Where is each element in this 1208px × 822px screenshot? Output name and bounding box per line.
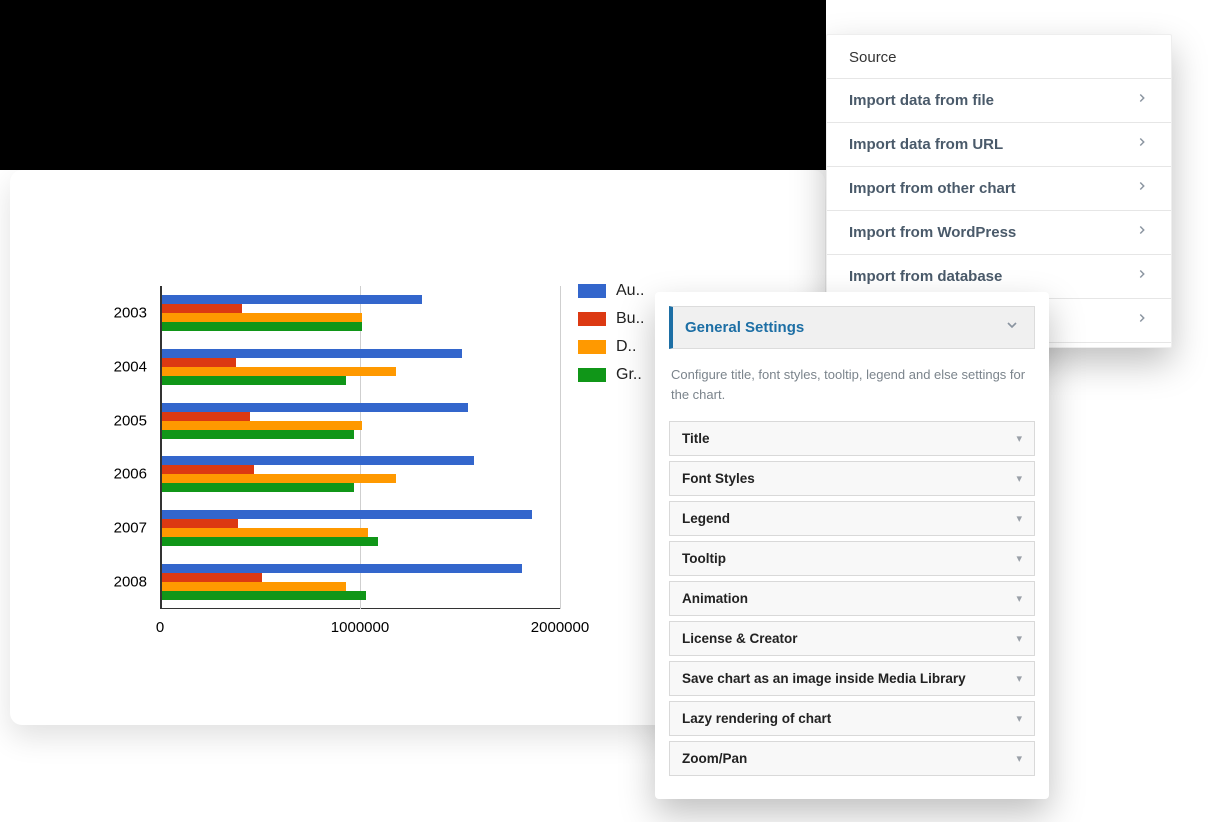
settings-item-label: Tooltip: [682, 551, 726, 566]
bar: [162, 573, 262, 582]
bar: [162, 591, 366, 600]
y-axis-line: [160, 286, 162, 609]
y-tick-label: 2003: [97, 304, 147, 321]
caret-down-icon: ▾: [1016, 432, 1022, 445]
legend-swatch: [578, 312, 606, 326]
bar: [162, 510, 532, 519]
source-panel-title: Source: [827, 35, 1171, 78]
source-item-label: Import from database: [849, 268, 1002, 285]
general-settings-header[interactable]: General Settings: [669, 306, 1035, 349]
bar: [162, 474, 396, 483]
chevron-right-icon: [1135, 311, 1149, 330]
bar: [162, 412, 250, 421]
bar: [162, 403, 468, 412]
settings-item[interactable]: Tooltip ▾: [669, 541, 1035, 576]
settings-item[interactable]: Save chart as an image inside Media Libr…: [669, 661, 1035, 696]
bar: [162, 430, 354, 439]
settings-item[interactable]: Zoom/Pan ▾: [669, 741, 1035, 776]
settings-item[interactable]: Lazy rendering of chart ▾: [669, 701, 1035, 736]
settings-item[interactable]: Animation ▾: [669, 581, 1035, 616]
y-tick-label: 2007: [97, 520, 147, 537]
x-tick-label: 0: [156, 619, 164, 636]
legend-label: D..: [616, 338, 636, 356]
chevron-right-icon: [1135, 179, 1149, 198]
source-item[interactable]: Import data from URL: [827, 122, 1171, 166]
caret-down-icon: ▾: [1016, 752, 1022, 765]
settings-item-label: Title: [682, 431, 710, 446]
caret-down-icon: ▾: [1016, 712, 1022, 725]
bar: [162, 456, 474, 465]
bar: [162, 519, 238, 528]
legend-item: D..: [578, 338, 644, 356]
bar: [162, 304, 242, 313]
chevron-right-icon: [1135, 135, 1149, 154]
source-item-label: Import data from URL: [849, 136, 1003, 153]
legend-label: Bu..: [616, 310, 644, 328]
caret-down-icon: ▾: [1016, 592, 1022, 605]
bar: [162, 367, 396, 376]
caret-down-icon: ▾: [1016, 472, 1022, 485]
x-tick-label: 1000000: [331, 619, 389, 636]
general-settings-panel: General Settings Configure title, font s…: [655, 292, 1049, 799]
background-black-block: [0, 0, 826, 170]
y-tick-label: 2005: [97, 412, 147, 429]
source-item[interactable]: Import from other chart: [827, 166, 1171, 210]
caret-down-icon: ▾: [1016, 552, 1022, 565]
legend-item: Bu..: [578, 310, 644, 328]
y-tick-label: 2006: [97, 466, 147, 483]
legend-item: Gr..: [578, 366, 644, 384]
bar: [162, 582, 346, 591]
caret-down-icon: ▾: [1016, 632, 1022, 645]
settings-item-label: License & Creator: [682, 631, 798, 646]
chevron-down-icon: [1004, 317, 1020, 338]
bar: [162, 295, 422, 304]
bar: [162, 564, 522, 573]
grid-line: [560, 286, 561, 609]
chart-legend: Au.. Bu.. D.. Gr..: [578, 282, 644, 394]
settings-item[interactable]: Title ▾: [669, 421, 1035, 456]
grid-line: [360, 286, 361, 609]
y-tick-label: 2004: [97, 358, 147, 375]
settings-item-label: Animation: [682, 591, 748, 606]
bar: [162, 358, 236, 367]
bar: [162, 322, 362, 331]
caret-down-icon: ▾: [1016, 512, 1022, 525]
bar: [162, 349, 462, 358]
legend-swatch: [578, 284, 606, 298]
source-item-label: Import from WordPress: [849, 224, 1016, 241]
bar: [162, 376, 346, 385]
legend-label: Au..: [616, 282, 644, 300]
legend-swatch: [578, 340, 606, 354]
source-item[interactable]: Import data from file: [827, 78, 1171, 122]
chevron-right-icon: [1135, 267, 1149, 286]
bar: [162, 465, 254, 474]
source-item[interactable]: Import from WordPress: [827, 210, 1171, 254]
settings-item-label: Save chart as an image inside Media Libr…: [682, 671, 966, 686]
settings-item[interactable]: License & Creator ▾: [669, 621, 1035, 656]
chevron-right-icon: [1135, 91, 1149, 110]
source-item-label: Import data from file: [849, 92, 994, 109]
settings-item-label: Zoom/Pan: [682, 751, 747, 766]
bar: [162, 421, 362, 430]
settings-item[interactable]: Font Styles ▾: [669, 461, 1035, 496]
general-settings-title: General Settings: [685, 319, 804, 336]
bar: [162, 537, 378, 546]
settings-item-label: Legend: [682, 511, 730, 526]
caret-down-icon: ▾: [1016, 672, 1022, 685]
bar: [162, 313, 362, 322]
settings-item-label: Font Styles: [682, 471, 755, 486]
bar-chart: 010000002000000200320042005200620072008: [160, 286, 560, 609]
general-settings-description: Configure title, font styles, tooltip, l…: [669, 361, 1035, 421]
bar: [162, 483, 354, 492]
settings-item[interactable]: Legend ▾: [669, 501, 1035, 536]
legend-label: Gr..: [616, 366, 642, 384]
x-tick-label: 2000000: [531, 619, 589, 636]
source-item-label: Import from other chart: [849, 180, 1016, 197]
y-tick-label: 2008: [97, 574, 147, 591]
legend-swatch: [578, 368, 606, 382]
settings-item-label: Lazy rendering of chart: [682, 711, 831, 726]
legend-item: Au..: [578, 282, 644, 300]
chevron-right-icon: [1135, 223, 1149, 242]
bar: [162, 528, 368, 537]
